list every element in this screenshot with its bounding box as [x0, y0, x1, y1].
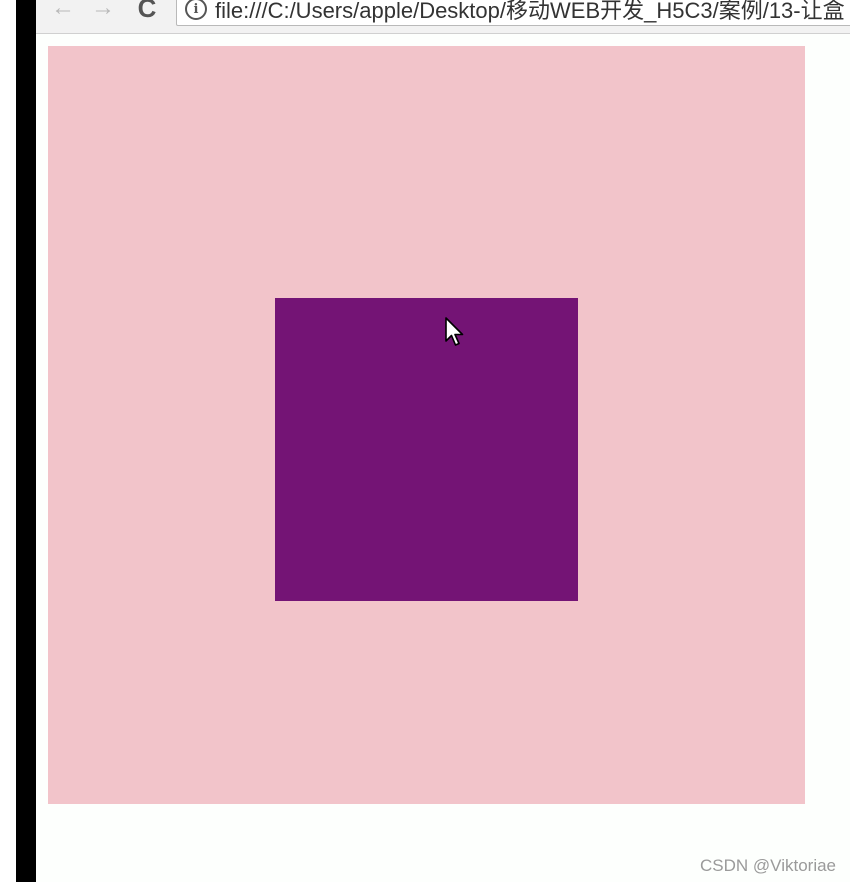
url-text[interactable]: file:///C:/Users/apple/Desktop/移动WEB开发_H… — [215, 0, 845, 25]
mouse-cursor-icon — [445, 317, 464, 346]
reload-icon[interactable]: C — [134, 0, 160, 23]
browser-toolbar: ← → C i file:///C:/Users/apple/Desktop/移… — [36, 0, 850, 34]
window-edge — [0, 0, 16, 882]
inner-box — [275, 298, 578, 601]
window-border — [16, 0, 36, 882]
address-bar[interactable]: i file:///C:/Users/apple/Desktop/移动WEB开发… — [176, 0, 850, 26]
back-arrow-icon[interactable]: ← — [50, 0, 76, 23]
watermark: CSDN @Viktoriae — [700, 856, 836, 875]
forward-arrow-icon[interactable]: → — [90, 0, 116, 23]
info-icon[interactable]: i — [185, 0, 207, 20]
